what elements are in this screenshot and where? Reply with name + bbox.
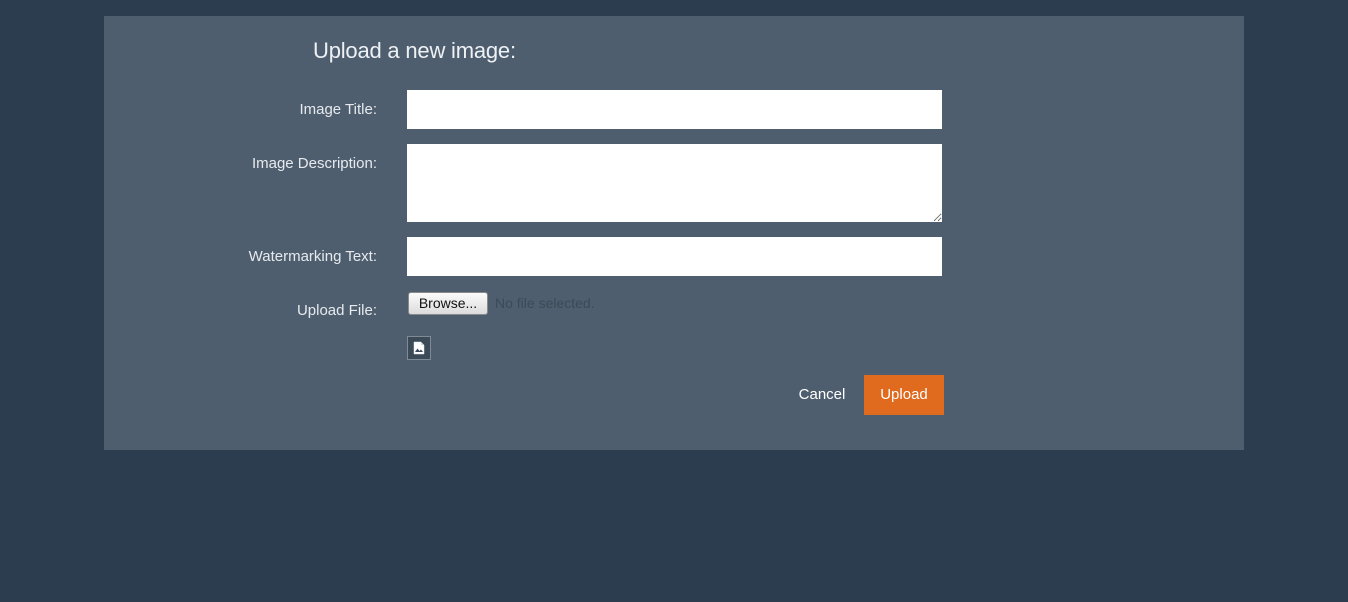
cancel-button[interactable]: Cancel xyxy=(788,375,856,415)
upload-file-label: Upload File: xyxy=(296,302,377,319)
watermark-text-input[interactable] xyxy=(407,237,942,276)
browse-button[interactable]: Browse... xyxy=(408,292,488,315)
image-title-input[interactable] xyxy=(407,90,942,129)
image-description-label: Image Description: xyxy=(251,155,377,172)
upload-form-panel: Upload a new image: Image Title: Image D… xyxy=(104,16,1244,450)
form-heading: Upload a new image: xyxy=(313,38,516,63)
image-description-textarea[interactable] xyxy=(407,144,942,222)
file-status-text: No file selected. xyxy=(495,295,595,311)
image-title-label: Image Title: xyxy=(299,101,377,118)
watermark-text-label: Watermarking Text: xyxy=(248,248,377,265)
image-icon xyxy=(407,336,431,360)
upload-button[interactable]: Upload xyxy=(864,375,944,415)
